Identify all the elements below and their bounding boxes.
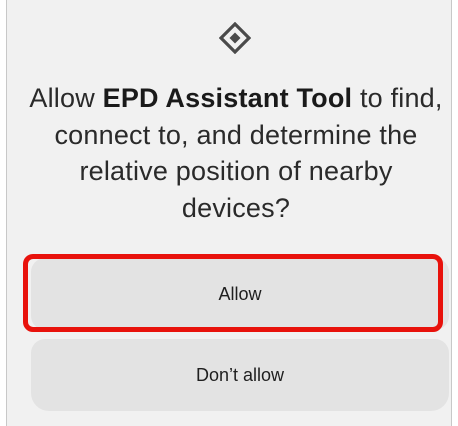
- nearby-devices-icon: [219, 22, 251, 54]
- permission-screen: Allow EPD Assistant Tool to find, connec…: [0, 0, 458, 426]
- allow-button[interactable]: Allow: [31, 258, 449, 330]
- app-name: EPD Assistant Tool: [102, 83, 353, 113]
- dont-allow-button[interactable]: Don’t allow: [31, 339, 449, 411]
- permission-message: Allow EPD Assistant Tool to find, connec…: [23, 80, 449, 226]
- message-prefix: Allow: [29, 83, 103, 113]
- permission-dialog: Allow EPD Assistant Tool to find, connec…: [6, 0, 452, 426]
